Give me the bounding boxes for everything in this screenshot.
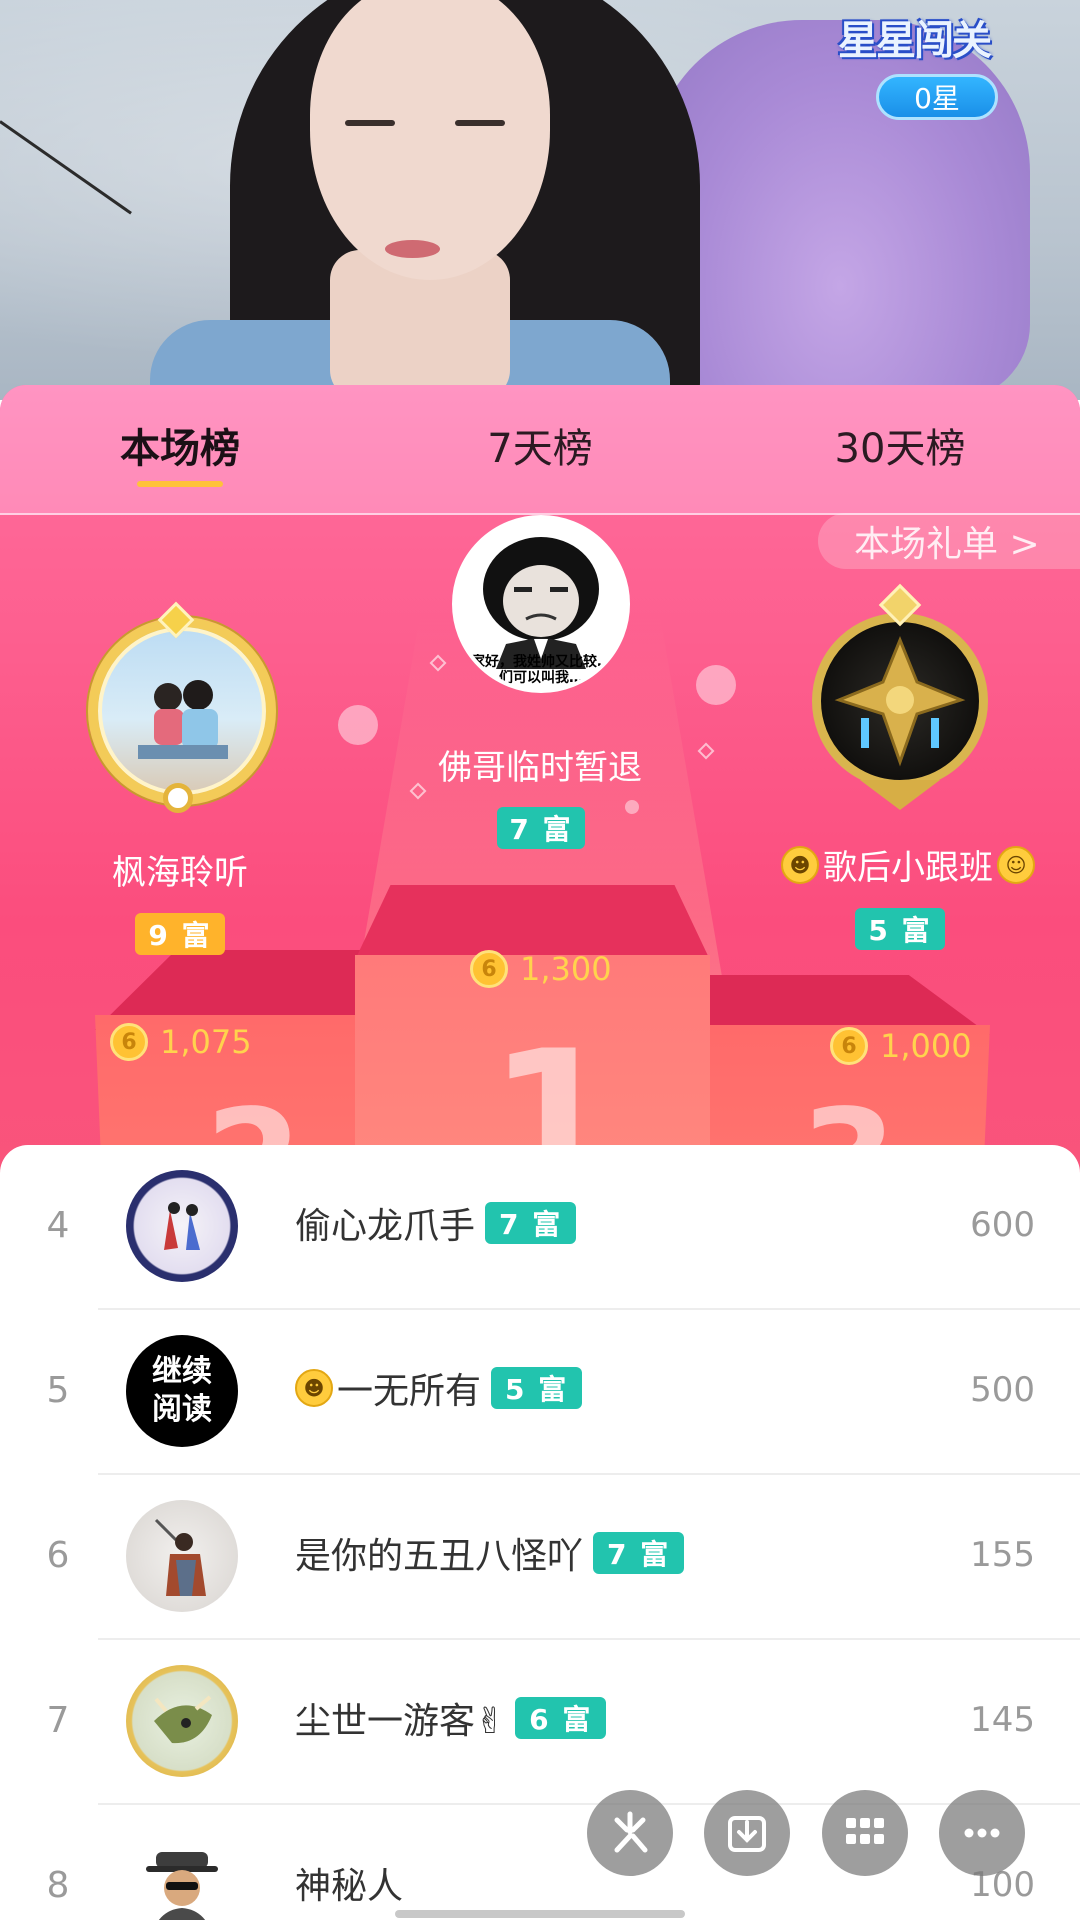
third-place-score: 6 1,000 [830,1027,972,1065]
rank-number: 8 [46,1865,70,1906]
coin-icon: 6 [110,1023,148,1061]
list-item[interactable]: 6 是你的五丑八怪吖 7 富 155 [0,1475,1080,1640]
second-place-wealth-badge: 9 富 [135,913,225,955]
avatar-caption: 大家好，我姓帅又比较…你们可以叫我… [457,654,625,686]
user-name-text: 神秘人 [295,1866,404,1907]
third-place-wealth-badge: 5 富 [855,908,945,950]
user-name[interactable]: 尘世一游客✌ 6 富 [295,1692,607,1744]
leaderboard-tabs: 本场榜 7天榜 30天榜 [0,385,1080,515]
active-tab-indicator [137,481,223,487]
rank-number: 5 [46,1370,70,1411]
more-button[interactable] [939,1790,1025,1876]
painted-figure-icon [154,1518,206,1596]
home-indicator[interactable] [395,1910,685,1918]
apps-button[interactable] [822,1790,908,1876]
third-place-score-value: 1,000 [880,1027,972,1065]
third-place-avatar[interactable] [812,613,988,789]
golden-mecha-icon [834,636,966,767]
second-place-score: 6 1,075 [110,1023,252,1061]
streamer-eye [345,120,395,126]
second-place-name[interactable]: 枫海聆听 [60,845,300,894]
list-item[interactable]: 4 偷心龙爪手 7 富 600 [0,1145,1080,1310]
mystery-man-icon [146,1852,218,1920]
user-name-text: 尘世一游客✌ [295,1701,506,1742]
couple-photo-icon [138,680,228,759]
coin-icon: 6 [470,950,508,988]
avatar[interactable] [126,1170,238,1282]
third-place-name[interactable]: ☻ 歌后小跟班 ☺ [760,840,1060,889]
bubble-decoration [696,665,736,705]
coin-icon: 6 [830,1027,868,1065]
grin-emoji-icon: ☻ [295,1369,333,1407]
rank-number: 4 [46,1205,70,1246]
score: 500 [970,1370,1035,1410]
user-name[interactable]: 是你的五丑八怪吖 7 富 [295,1527,685,1579]
first-place-avatar[interactable]: 大家好，我姓帅又比较…你们可以叫我… [452,515,630,693]
download-icon [728,1816,766,1852]
avatar[interactable]: 继续阅读 [126,1335,238,1447]
first-place-name[interactable]: 佛哥临时暂退 [390,740,690,789]
third-place-crest-icon [860,780,940,810]
bubble-decoration [625,800,639,814]
live-video[interactable]: 星星闯关 0星 [0,0,1080,400]
score: 145 [970,1700,1035,1740]
more-icon [964,1828,1000,1838]
sparkle-icon [614,1811,648,1853]
grin-emoji-icon: ☻ [781,845,819,884]
wealth-badge: 7 富 [485,1202,577,1244]
rank-number: 6 [46,1535,70,1576]
wealth-badge: 5 富 [491,1367,583,1409]
second-place-frame-orb [163,783,193,813]
user-name[interactable]: 偷心龙爪手 7 富 [295,1197,577,1249]
wealth-badge: 7 富 [593,1532,685,1574]
gift-list-link[interactable]: 本场礼单 > [818,513,1080,569]
avatar[interactable] [126,1830,238,1920]
beast-warrior-icon [154,1695,212,1744]
tab-30-days[interactable]: 30天榜 [810,415,990,475]
first-place-score-value: 1,300 [520,950,612,988]
streamer-eye [455,120,505,126]
avatar[interactable] [126,1665,238,1777]
tab-7-days[interactable]: 7天榜 [460,415,620,475]
user-name-text: 一无所有 [337,1371,482,1412]
podium-top-1 [355,885,710,960]
ranking-list[interactable]: 4 偷心龙爪手 7 富 600 5 继续阅读 ☻ 一无所有 5 富 500 6 … [0,1145,1080,1920]
third-place-name-text: 歌后小跟班 [823,848,993,888]
user-name-text: 是你的五丑八怪吖 [295,1536,584,1577]
streamer-lips [385,240,440,258]
first-place-wealth-badge: 7 富 [497,807,585,849]
bubble-decoration [338,705,378,745]
rank-number: 7 [46,1700,70,1741]
score: 600 [970,1205,1035,1245]
list-item[interactable]: 7 尘世一游客✌ 6 富 145 [0,1640,1080,1805]
second-place-avatar[interactable] [88,617,276,805]
diamond-decoration [697,742,715,760]
avatar[interactable] [126,1500,238,1612]
first-place-score: 6 1,300 [470,950,612,988]
list-item[interactable]: 8 神秘人 100 [0,1805,1080,1920]
grid-icon [846,1818,884,1844]
save-button[interactable] [704,1790,790,1876]
star-challenge-title[interactable]: 星星闯关 [838,8,1028,64]
wealth-badge: 6 富 [515,1697,607,1739]
user-name[interactable]: 神秘人 [295,1857,403,1909]
star-count-badge[interactable]: 0星 [876,74,998,120]
user-name-text: 偷心龙爪手 [295,1206,476,1247]
tab-this-session[interactable]: 本场榜 [100,415,260,475]
second-place-score-value: 1,075 [160,1023,252,1061]
couple-art-icon [164,1202,200,1250]
avatar-text: 继续阅读 [152,1354,212,1427]
grimace-emoji-icon: ☺ [997,845,1035,884]
effects-button[interactable] [587,1790,673,1876]
score: 155 [970,1535,1035,1575]
list-item[interactable]: 5 继续阅读 ☻ 一无所有 5 富 500 [0,1310,1080,1475]
user-name[interactable]: ☻ 一无所有 5 富 [295,1362,583,1414]
